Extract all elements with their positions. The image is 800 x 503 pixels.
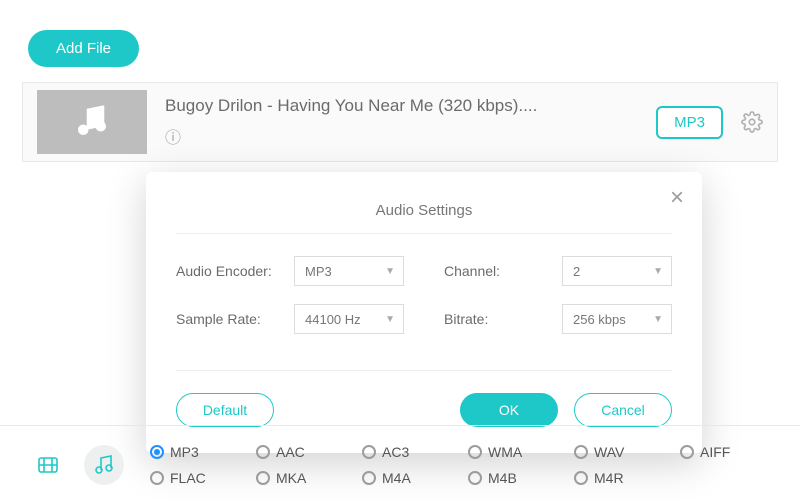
radio-icon: [256, 445, 270, 459]
format-option-flac[interactable]: FLAC: [150, 470, 220, 486]
format-option-mka[interactable]: MKA: [256, 470, 326, 486]
format-label: WAV: [594, 444, 624, 460]
format-option-mp3[interactable]: MP3: [150, 444, 220, 460]
chevron-down-icon: ▼: [653, 266, 663, 277]
format-label: MKA: [276, 470, 306, 486]
cancel-button[interactable]: Cancel: [574, 393, 672, 427]
ok-button[interactable]: OK: [460, 393, 558, 427]
info-icon[interactable]: ⓘ: [165, 130, 181, 147]
video-mode-icon[interactable]: [28, 445, 68, 485]
close-icon[interactable]: ×: [670, 186, 684, 210]
file-title: Bugoy Drilon - Having You Near Me (320 k…: [165, 96, 656, 116]
format-label: FLAC: [170, 470, 206, 486]
bitrate-label: Bitrate:: [444, 311, 488, 327]
format-label: MP3: [170, 444, 199, 460]
sample-rate-label: Sample Rate:: [176, 311, 261, 327]
add-file-button[interactable]: Add File: [28, 30, 139, 67]
format-badge[interactable]: MP3: [656, 106, 723, 139]
sample-rate-value: 44100 Hz: [305, 312, 361, 327]
channel-select[interactable]: 2 ▼: [562, 256, 672, 286]
radio-icon: [256, 471, 270, 485]
format-label: M4B: [488, 470, 517, 486]
format-option-wma[interactable]: WMA: [468, 444, 538, 460]
format-label: AAC: [276, 444, 305, 460]
format-option-aiff[interactable]: AIFF: [680, 444, 750, 460]
radio-icon: [468, 445, 482, 459]
bitrate-select[interactable]: 256 kbps ▼: [562, 304, 672, 334]
radio-icon: [362, 471, 376, 485]
radio-icon: [574, 445, 588, 459]
audio-encoder-select[interactable]: MP3 ▼: [294, 256, 404, 286]
bitrate-value: 256 kbps: [573, 312, 626, 327]
channel-label: Channel:: [444, 263, 500, 279]
bottom-bar: MP3 AAC AC3 WMA WAV AIFF FLAC MKA M4A M4B M4R: [0, 425, 800, 503]
format-option-wav[interactable]: WAV: [574, 444, 644, 460]
radio-icon: [468, 471, 482, 485]
format-radio-group: MP3 AAC AC3 WMA WAV AIFF FLAC MKA M4A M4B M4R: [140, 444, 772, 486]
format-option-m4b[interactable]: M4B: [468, 470, 538, 486]
sample-rate-select[interactable]: 44100 Hz ▼: [294, 304, 404, 334]
radio-icon: [150, 471, 164, 485]
format-label: M4R: [594, 470, 624, 486]
audio-mode-icon[interactable]: [84, 445, 124, 485]
format-option-m4a[interactable]: M4A: [362, 470, 432, 486]
format-label: M4A: [382, 470, 411, 486]
chevron-down-icon: ▼: [385, 314, 395, 325]
chevron-down-icon: ▼: [385, 266, 395, 277]
format-label: AC3: [382, 444, 409, 460]
dialog-divider: [176, 370, 672, 371]
audio-encoder-label: Audio Encoder:: [176, 263, 272, 279]
radio-icon: [362, 445, 376, 459]
music-note-icon: [71, 100, 113, 145]
format-option-m4r[interactable]: M4R: [574, 470, 644, 486]
format-option-ac3[interactable]: AC3: [362, 444, 432, 460]
audio-settings-dialog: × Audio Settings Audio Encoder: MP3 ▼ Sa…: [146, 172, 702, 453]
format-option-aac[interactable]: AAC: [256, 444, 326, 460]
gear-icon[interactable]: [741, 111, 763, 133]
file-thumbnail: [37, 90, 147, 154]
default-button[interactable]: Default: [176, 393, 274, 427]
audio-encoder-value: MP3: [305, 264, 332, 279]
chevron-down-icon: ▼: [653, 314, 663, 325]
channel-value: 2: [573, 264, 580, 279]
dialog-title: Audio Settings: [176, 192, 672, 234]
format-label: AIFF: [700, 444, 730, 460]
radio-icon: [150, 445, 164, 459]
file-meta: Bugoy Drilon - Having You Near Me (320 k…: [165, 96, 656, 148]
file-row: Bugoy Drilon - Having You Near Me (320 k…: [22, 82, 778, 162]
radio-icon: [680, 445, 694, 459]
format-label: WMA: [488, 444, 522, 460]
radio-icon: [574, 471, 588, 485]
